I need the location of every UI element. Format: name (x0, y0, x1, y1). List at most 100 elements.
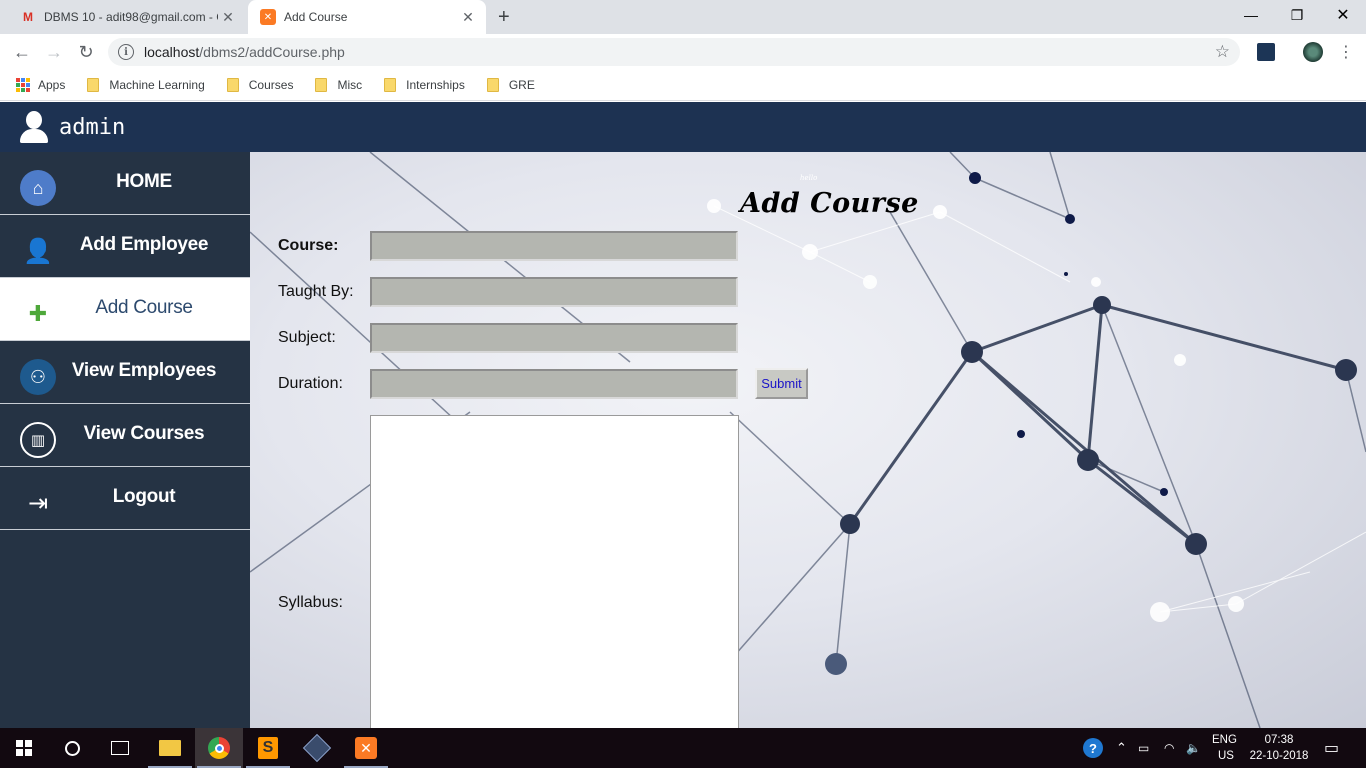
sidebar-item-view-courses[interactable]: ▥ View Courses (0, 404, 250, 467)
folder-icon (87, 78, 100, 92)
apps-icon (16, 78, 30, 92)
sidebar-item-label: Logout (112, 486, 176, 507)
bookmark-label: GRE (508, 78, 535, 92)
cube-icon (302, 733, 332, 763)
extension-icon[interactable] (1257, 43, 1275, 61)
tab-title: Add Course (284, 10, 348, 24)
search-button[interactable] (48, 728, 96, 768)
menu-icon[interactable]: ⋮ (1334, 41, 1358, 63)
taught-by-input[interactable] (370, 277, 738, 307)
xampp-icon: ✕ (355, 737, 377, 759)
xampp-button[interactable]: ✕ (342, 728, 390, 768)
notification-icon[interactable]: ▭ (1324, 728, 1339, 768)
folder-icon (486, 78, 499, 92)
region-text: US (1218, 750, 1234, 762)
sidebar-item-logout[interactable]: ⇥ Logout (0, 467, 250, 530)
taught-by-label: Taught By: (278, 283, 354, 300)
folder-icon (384, 78, 397, 92)
windows-icon (16, 740, 32, 756)
folder-icon (159, 740, 181, 756)
app-header: admin (0, 102, 1366, 152)
user-icon (18, 109, 48, 145)
course-input[interactable] (370, 231, 738, 261)
course-label: Course: (278, 237, 339, 254)
submit-button[interactable]: Submit (755, 368, 808, 399)
task-view-icon (111, 741, 129, 755)
bookmark-courses[interactable]: Courses (226, 78, 294, 92)
chrome-icon (208, 737, 230, 759)
subject-label: Subject: (278, 329, 336, 346)
bookmark-misc[interactable]: Misc (315, 78, 362, 92)
browser-toolbar: ← → ↻ i localhost/dbms2/addCourse.php ☆ … (0, 34, 1366, 70)
syllabus-textarea[interactable] (370, 415, 739, 728)
date-text: 22-10-2018 (1249, 750, 1309, 762)
url-text: localhost/dbms2/addCourse.php (144, 44, 345, 60)
sidebar-item-add-employee[interactable]: 👤 Add Employee (0, 215, 250, 278)
help-icon[interactable]: ? (1083, 728, 1103, 768)
bookmark-label: Internships (406, 78, 465, 92)
folder-icon (315, 78, 328, 92)
back-icon[interactable]: ← (10, 41, 34, 63)
bookmark-label: Misc (337, 78, 363, 92)
bookmark-machine-learning[interactable]: Machine Learning (87, 78, 205, 92)
bookmark-apps[interactable]: Apps (16, 78, 65, 92)
forward-icon[interactable]: → (42, 41, 66, 63)
volume-icon[interactable]: 🔈 (1186, 728, 1201, 768)
address-bar[interactable]: i localhost/dbms2/addCourse.php ☆ (108, 38, 1240, 66)
tab-gmail[interactable]: M DBMS 10 - adit98@gmail.com - G ✕ (8, 0, 246, 34)
sidebar-item-label: Add Employee (79, 234, 209, 255)
duration-input[interactable] (370, 369, 738, 399)
sidebar-item-label: HOME (116, 171, 172, 192)
task-view-button[interactable] (96, 728, 144, 768)
start-button[interactable] (0, 728, 48, 768)
language-indicator[interactable]: ENG US (1212, 732, 1237, 764)
chevron-up-icon[interactable]: ⌃ (1116, 728, 1127, 768)
sidebar-item-view-employees[interactable]: ⚇ View Employees (0, 341, 250, 404)
taskbar: S ✕ ? ⌃ ▭ ◠ 🔈 ENG US 07:38 22-10-2018 ▭ (0, 728, 1366, 768)
xampp-icon: ✕ (260, 9, 276, 25)
browser-tab-strip: M DBMS 10 - adit98@gmail.com - G ✕ ✕ Add… (0, 0, 1366, 34)
folder-icon (226, 78, 239, 92)
bookmark-label: Machine Learning (109, 78, 205, 92)
new-tab-icon[interactable]: + (498, 6, 510, 29)
close-tab-icon[interactable]: ✕ (218, 9, 238, 26)
tab-title: DBMS 10 - adit98@gmail.com - G (44, 10, 218, 24)
bookmarks-bar: Apps Machine Learning Courses Misc Inter… (0, 70, 1366, 101)
gmail-icon: M (23, 10, 33, 24)
sublime-button[interactable]: S (244, 728, 292, 768)
duration-label: Duration: (278, 375, 343, 392)
page-title: Add Course (740, 188, 919, 219)
tab-add-course[interactable]: ✕ Add Course ✕ (248, 0, 486, 34)
close-window-icon[interactable]: ✕ (1320, 0, 1366, 30)
sublime-icon: S (258, 737, 278, 759)
sidebar-item-add-course[interactable]: ✚ Add Course (0, 278, 250, 341)
restore-icon[interactable]: ❐ (1274, 0, 1320, 30)
file-explorer-button[interactable] (146, 728, 194, 768)
sidebar-item-label: View Employees (71, 360, 217, 381)
clock[interactable]: 07:38 22-10-2018 (1244, 732, 1314, 764)
hello-text: hello (800, 174, 818, 182)
language-text: ENG (1212, 734, 1237, 746)
bookmark-star-icon[interactable]: ☆ (1215, 42, 1230, 62)
search-icon (64, 740, 80, 756)
username: admin (59, 114, 126, 140)
sidebar-item-label: View Courses (83, 423, 205, 444)
wifi-icon[interactable]: ◠ (1164, 728, 1174, 768)
battery-icon[interactable]: ▭ (1138, 728, 1149, 768)
info-icon[interactable]: i (118, 44, 134, 60)
chrome-button[interactable] (195, 728, 243, 768)
bookmark-label: Courses (248, 78, 294, 92)
sidebar-item-home[interactable]: ⌂ HOME (0, 152, 250, 215)
bookmark-internships[interactable]: Internships (384, 78, 465, 92)
main-content: hello Add Course Course: Taught By: Subj… (250, 152, 1366, 728)
app-button[interactable] (293, 728, 341, 768)
reload-icon[interactable]: ↻ (74, 41, 98, 63)
close-tab-icon[interactable]: ✕ (458, 9, 478, 26)
bookmark-gre[interactable]: GRE (486, 78, 535, 92)
profile-avatar[interactable] (1303, 42, 1323, 62)
sidebar-item-label: Add Course (95, 297, 193, 318)
subject-input[interactable] (370, 323, 738, 353)
minimize-icon[interactable]: — (1228, 0, 1274, 30)
time-text: 07:38 (1264, 734, 1294, 746)
bookmark-label: Apps (38, 78, 66, 92)
